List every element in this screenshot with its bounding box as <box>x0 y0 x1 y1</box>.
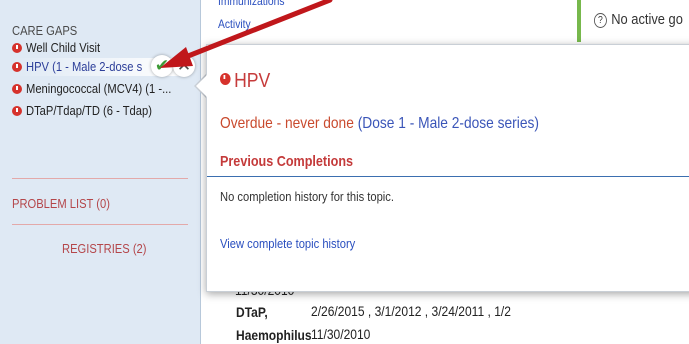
problem-list-link[interactable]: PROBLEM LIST (0) <box>12 196 110 211</box>
divider <box>12 178 188 179</box>
care-gap-label: HPV (1 - Male 2-dose s <box>26 59 143 75</box>
popover-pointer-inner <box>196 75 207 97</box>
immunizations-link[interactable]: Immunizations <box>218 0 285 8</box>
previous-completions-heading: Previous Completions <box>220 153 354 170</box>
divider <box>12 224 188 225</box>
care-gaps-sidebar: CARE GAPS Well Child Visit HPV (1 - Male… <box>0 0 201 344</box>
history-row-label: DTaP, <box>236 304 268 320</box>
hpv-care-gap-popover: HPV Overdue - never done (Dose 1 - Male … <box>206 44 689 292</box>
care-gaps-heading: CARE GAPS <box>12 23 78 38</box>
popover-title: HPV <box>220 70 270 93</box>
activity-link[interactable]: Activity <box>218 17 251 31</box>
alert-dot-icon <box>12 61 22 72</box>
history-row-dates: 2/26/2015 , 3/1/2012 , 3/24/2011 , 1/2 <box>311 303 511 319</box>
no-active-goals-text: ? No active go <box>594 11 683 28</box>
alert-dot-icon <box>220 73 231 85</box>
no-history-text: No completion history for this topic. <box>220 189 394 204</box>
dismiss-care-gap-button[interactable]: ✕ <box>173 55 195 77</box>
care-gap-label: Meningococcal (MCV4) (1 -... <box>26 81 172 97</box>
history-row-label: Haemophilus <box>236 327 312 343</box>
care-gap-label: Well Child Visit <box>26 40 101 56</box>
history-date: 11/30/2010 <box>311 326 371 342</box>
dose-series-info: (Dose 1 - Male 2-dose series) <box>357 115 539 132</box>
overdue-status: Overdue - never done <box>220 115 354 132</box>
status-accent-bar <box>577 0 581 42</box>
care-gap-dtap[interactable]: DTaP/Tdap/TD (6 - Tdap) <box>12 102 187 120</box>
care-gap-status: Overdue - never done (Dose 1 - Male 2-do… <box>220 115 539 133</box>
check-icon: ✔ <box>154 56 170 76</box>
accept-care-gap-button[interactable]: ✔ <box>151 55 173 77</box>
alert-dot-icon <box>12 105 22 116</box>
view-topic-history-link[interactable]: View complete topic history <box>220 236 355 251</box>
help-circle-icon: ? <box>594 13 607 28</box>
alert-dot-icon <box>12 42 22 53</box>
registries-link[interactable]: REGISTRIES (2) <box>62 241 146 256</box>
care-gap-label: DTaP/Tdap/TD (6 - Tdap) <box>26 103 152 119</box>
no-active-label: No active go <box>611 11 683 28</box>
care-gap-meningococcal[interactable]: Meningococcal (MCV4) (1 -... <box>12 80 187 98</box>
close-icon: ✕ <box>176 56 192 76</box>
section-divider <box>207 176 689 177</box>
alert-dot-icon <box>12 83 22 94</box>
popover-title-text: HPV <box>234 70 271 92</box>
